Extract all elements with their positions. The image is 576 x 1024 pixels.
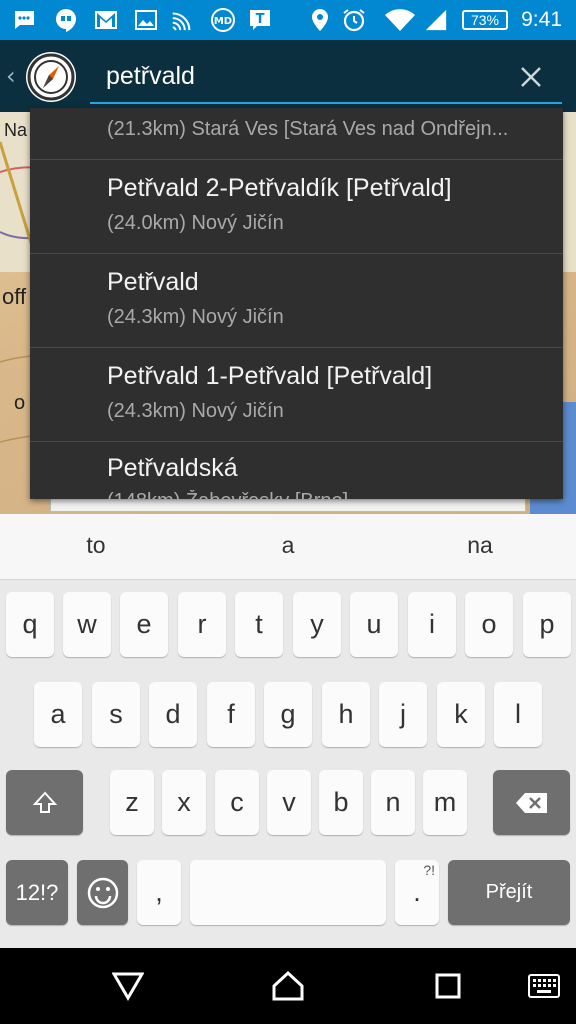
- suggestion-subtitle: (24.3km) Nový Jičín: [107, 306, 284, 328]
- home-icon: [272, 970, 304, 1001]
- compass-logo-icon[interactable]: [26, 52, 76, 102]
- key-t[interactable]: t: [235, 592, 283, 657]
- period-hint: ?!: [423, 862, 435, 878]
- key-i[interactable]: i: [408, 592, 456, 657]
- navigation-bar: [0, 948, 576, 1024]
- key-o[interactable]: o: [465, 592, 513, 657]
- key-j[interactable]: j: [379, 682, 427, 747]
- backspace-key[interactable]: [493, 770, 570, 835]
- prediction-word[interactable]: na: [420, 532, 540, 559]
- back-chevron-icon[interactable]: ‹: [6, 62, 16, 90]
- key-q[interactable]: q: [6, 592, 54, 657]
- symbols-key[interactable]: 12!?: [6, 860, 68, 925]
- suggestion-title: Petřvald 1-Petřvald [Petřvald]: [107, 362, 433, 390]
- shift-key[interactable]: [6, 770, 83, 835]
- suggestion-subtitle: (24.3km) Nový Jičín: [107, 400, 284, 422]
- key-w[interactable]: w: [63, 592, 111, 657]
- suggestions-dropdown: (21.3km) Stará Ves [Stará Ves nad Ondřej…: [30, 108, 563, 499]
- key-p[interactable]: p: [523, 592, 571, 657]
- suggestion-item[interactable]: Petřvaldská (148km) Žabovřesky [Brno]: [30, 442, 563, 499]
- emoji-key[interactable]: [77, 860, 128, 925]
- key-c[interactable]: c: [215, 770, 259, 835]
- key-z[interactable]: z: [110, 770, 154, 835]
- home-button[interactable]: [266, 964, 310, 1008]
- recents-square-icon: [435, 973, 461, 999]
- map-label: Na: [4, 120, 28, 140]
- suggestion-item[interactable]: (21.3km) Stará Ves [Stará Ves nad Ondřej…: [30, 108, 563, 160]
- soft-keyboard: to a na q w e r t y u i o p a s d f g h …: [0, 514, 576, 948]
- go-key[interactable]: Přejít: [448, 860, 570, 925]
- suggestion-item[interactable]: Petřvald (24.3km) Nový Jičín: [30, 254, 563, 348]
- key-h[interactable]: h: [322, 682, 370, 747]
- wifi-icon: [384, 8, 416, 32]
- chat-icon: [12, 8, 36, 32]
- shift-icon: [32, 791, 57, 813]
- key-v[interactable]: v: [267, 770, 311, 835]
- key-n[interactable]: n: [371, 770, 415, 835]
- back-triangle-icon: [112, 972, 144, 1001]
- status-bar: MD T 73% 9:41: [0, 0, 576, 40]
- key-g[interactable]: g: [264, 682, 312, 747]
- back-button[interactable]: [106, 964, 150, 1008]
- search-input[interactable]: [90, 50, 562, 104]
- space-key[interactable]: [190, 860, 386, 925]
- cast-icon: [170, 8, 194, 32]
- key-k[interactable]: k: [437, 682, 485, 747]
- smiley-icon: [87, 877, 118, 908]
- suggestion-title: Petřvald: [107, 268, 199, 296]
- suggestion-title: Petřvaldská: [107, 454, 238, 482]
- comma-key[interactable]: ,: [137, 860, 181, 925]
- map-label: off: [2, 284, 27, 309]
- key-d[interactable]: d: [149, 682, 197, 747]
- key-f[interactable]: f: [207, 682, 255, 747]
- gmail-icon: [94, 8, 118, 32]
- period-label: .: [413, 877, 421, 907]
- key-s[interactable]: s: [92, 682, 140, 747]
- t-app-icon: T: [248, 8, 272, 32]
- suggestion-subtitle: (148km) Žabovřesky [Brno]: [107, 490, 552, 499]
- photo-icon: [134, 8, 158, 32]
- signal-icon: [424, 8, 448, 32]
- key-y[interactable]: y: [293, 592, 341, 657]
- key-b[interactable]: b: [319, 770, 363, 835]
- suggestion-title: Petřvald 2-Petřvaldík [Petřvald]: [107, 174, 452, 202]
- md-icon: MD: [208, 8, 238, 32]
- svg-text:MD: MD: [214, 16, 232, 27]
- key-l[interactable]: l: [494, 682, 542, 747]
- battery-indicator: 73%: [462, 10, 508, 30]
- close-icon: [521, 67, 541, 87]
- clock: 9:41: [521, 8, 562, 31]
- prediction-word[interactable]: to: [36, 532, 156, 559]
- keyboard-icon: [528, 974, 560, 998]
- key-e[interactable]: e: [120, 592, 168, 657]
- clear-search-button[interactable]: [514, 60, 548, 94]
- svg-text:T: T: [256, 12, 265, 27]
- suggestion-subtitle: (24.0km) Nový Jičín: [107, 212, 284, 234]
- key-x[interactable]: x: [162, 770, 206, 835]
- key-m[interactable]: m: [423, 770, 467, 835]
- hangouts-icon: [54, 8, 78, 32]
- location-icon: [308, 8, 332, 32]
- keyboard-switch-button[interactable]: [522, 964, 566, 1008]
- key-u[interactable]: u: [350, 592, 398, 657]
- recents-button[interactable]: [426, 964, 470, 1008]
- map-label: o: [14, 392, 26, 414]
- suggestion-subtitle: (21.3km) Stará Ves [Stará Ves nad Ondřej…: [107, 118, 509, 140]
- alarm-icon: [342, 8, 366, 32]
- key-a[interactable]: a: [34, 682, 82, 747]
- action-bar: ‹: [0, 40, 576, 112]
- key-r[interactable]: r: [178, 592, 226, 657]
- suggestion-item[interactable]: Petřvald 1-Petřvald [Petřvald] (24.3km) …: [30, 348, 563, 442]
- backspace-icon: [515, 792, 547, 813]
- prediction-word[interactable]: a: [228, 532, 348, 559]
- prediction-bar: to a na: [0, 514, 576, 580]
- period-key[interactable]: ?! .: [395, 860, 439, 925]
- suggestion-item[interactable]: Petřvald 2-Petřvaldík [Petřvald] (24.0km…: [30, 160, 563, 254]
